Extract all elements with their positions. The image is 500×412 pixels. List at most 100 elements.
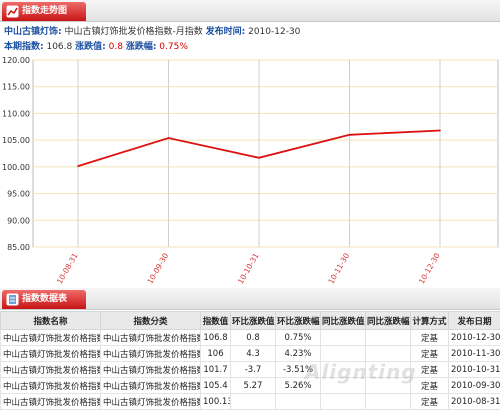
data-point [77,165,79,167]
info-line-1: 中山古镇灯饰: 中山古镇灯饰批发价格指数-月指数 发布时间: 2010-12-3… [4,25,496,40]
cell-mom-pct: 5.26% [275,377,321,394]
col-header-mom-change[interactable]: 环比涨跌值 [230,311,276,330]
y-tick-label: 105.00 [2,136,30,145]
col-header-name[interactable]: 指数名称 [0,311,101,330]
tab-data-table[interactable]: 指数数据表 [2,290,86,309]
cell-date: 2010-08-31 [448,393,500,410]
cell-name: 中山古镇灯饰批发价格指数 [0,345,101,362]
pct-label: 涨跌幅: [125,42,157,52]
period-value: 106.8 [46,42,73,52]
trend-line-chart: 120.00 115.00 110.00 105.00 100.00 95.00 90.00… [2,56,499,285]
table-icon [6,293,19,306]
cell-method: 定基 [410,329,449,346]
col-header-method[interactable]: 计算方式 [410,311,449,330]
cell-mom-change: -3.7 [230,361,276,378]
cell-name: 中山古镇灯饰批发价格指数 [0,329,101,346]
y-tick-label: 110.00 [2,109,30,118]
tab-trend-chart[interactable]: 指数走势图 [2,2,86,21]
trend-tab-label: 指数走势图 [22,6,68,16]
cell-method: 定基 [410,361,449,378]
x-tick-label: 10-08-31 [55,251,80,285]
x-tick-label: 10-09-30 [145,251,170,285]
cell-mom-change [230,393,276,410]
index-info: 中山古镇灯饰: 中山古镇灯饰批发价格指数-月指数 发布时间: 2010-12-3… [4,25,496,55]
period-label: 本期指数: [4,42,44,52]
cell-name: 中山古镇灯饰批发价格指数 [0,361,101,378]
cell-method: 定基 [410,377,449,394]
cell-date: 2010-11-30 [448,345,500,362]
cell-yoy-change [320,377,366,394]
cell-date: 2010-12-30 [448,329,500,346]
cell-method: 定基 [410,393,449,410]
cell-date: 2010-10-31 [448,361,500,378]
cell-category: 中山古镇灯饰批发价格指数 [100,329,201,346]
col-header-category[interactable]: 指数分类 [100,311,201,330]
trend-section-header: 指数走势图 [0,0,500,22]
time-label: 发布时间: [205,27,246,37]
cell-mom-change: 5.27 [230,377,276,394]
table-row: 中山古镇灯饰批发价格指数 中山古镇灯饰批发价格指数 105.4 5.27 5.2… [0,377,500,394]
table-row: 中山古镇灯饰批发价格指数 中山古镇灯饰批发价格指数 106 4.3 4.23% … [0,345,500,362]
cell-value: 106.8 [200,329,231,346]
pct-value: 0.75% [159,42,188,52]
y-tick-label: 115.00 [2,83,30,92]
cell-mom-pct: 4.23% [275,345,321,362]
cell-mom-change: 4.3 [230,345,276,362]
cell-method: 定基 [410,345,449,362]
x-tick-label: 10-10-31 [236,251,261,285]
cell-yoy-pct [365,361,411,378]
name-label: 中山古镇灯饰: [4,27,62,37]
change-label: 涨跌值: [75,42,106,52]
plot-area [32,59,499,248]
table-section-header: 指数数据表 [0,288,500,310]
cell-mom-pct: -3.51% [275,361,321,378]
cell-date: 2010-09-30 [448,377,500,394]
cell-yoy-pct [365,393,411,410]
cell-mom-pct: 0.75% [275,329,321,346]
col-header-yoy-change[interactable]: 同比涨跌值 [320,311,366,330]
table-row: 中山古镇灯饰批发价格指数 中山古镇灯饰批发价格指数 101.7 -3.7 -3.… [0,361,500,378]
col-header-date[interactable]: 发布日期 [448,311,500,330]
cell-value: 106 [200,345,231,362]
cell-name: 中山古镇灯饰批发价格指数 [0,377,101,394]
cell-mom-pct [275,393,321,410]
data-point [439,129,441,132]
change-value: 0.8 [108,42,123,52]
cell-value: 100.13 [200,393,231,410]
cell-category: 中山古镇灯饰批发价格指数 [100,345,201,362]
data-point [348,134,351,136]
y-tick-label: 100.00 [2,163,30,172]
y-tick-label: 95.00 [7,190,30,199]
x-tick-label: 10-12-30 [417,251,442,285]
col-header-mom-pct[interactable]: 环比涨跌幅 [275,311,321,330]
cell-yoy-pct [365,377,411,394]
chart-icon [6,5,19,18]
name-value: 中山古镇灯饰批发价格指数-月指数 [64,27,203,37]
cell-yoy-change [320,345,366,362]
cell-category: 中山古镇灯饰批发价格指数 [100,377,201,394]
x-tick-label: 10-11-30 [326,251,351,285]
cell-yoy-pct [365,345,411,362]
cell-category: 中山古镇灯饰批发价格指数 [100,361,201,378]
col-header-value[interactable]: 指数值 [200,311,231,330]
cell-name: 中山古镇灯饰批发价格指数 [0,393,101,410]
y-tick-label: 85.00 [7,243,30,252]
table-header-row: 指数名称 指数分类 指数值 环比涨跌值 环比涨跌幅 同比涨跌值 同比涨跌幅 计算… [0,311,500,330]
cell-yoy-pct [365,329,411,346]
cell-mom-change: 0.8 [230,329,276,346]
data-point [167,137,170,139]
table-row: 中山古镇灯饰批发价格指数 中山古镇灯饰批发价格指数 106.8 0.8 0.75… [0,329,500,346]
y-tick-label: 90.00 [7,216,30,225]
index-data-table: 指数名称 指数分类 指数值 环比涨跌值 环比涨跌幅 同比涨跌值 同比涨跌幅 计算… [0,311,500,410]
cell-value: 105.4 [200,377,231,394]
cell-value: 101.7 [200,361,231,378]
cell-yoy-change [320,393,366,410]
data-point [258,156,260,159]
table-tab-label: 指数数据表 [22,294,68,304]
cell-yoy-change [320,329,366,346]
col-header-yoy-pct[interactable]: 同比涨跌幅 [365,311,411,330]
cell-yoy-change [320,361,366,378]
table-row: 中山古镇灯饰批发价格指数 中山古镇灯饰批发价格指数 100.13 定基 2010… [0,393,500,410]
time-value: 2010-12-30 [248,27,301,37]
cell-category: 中山古镇灯饰批发价格指数 [100,393,201,410]
